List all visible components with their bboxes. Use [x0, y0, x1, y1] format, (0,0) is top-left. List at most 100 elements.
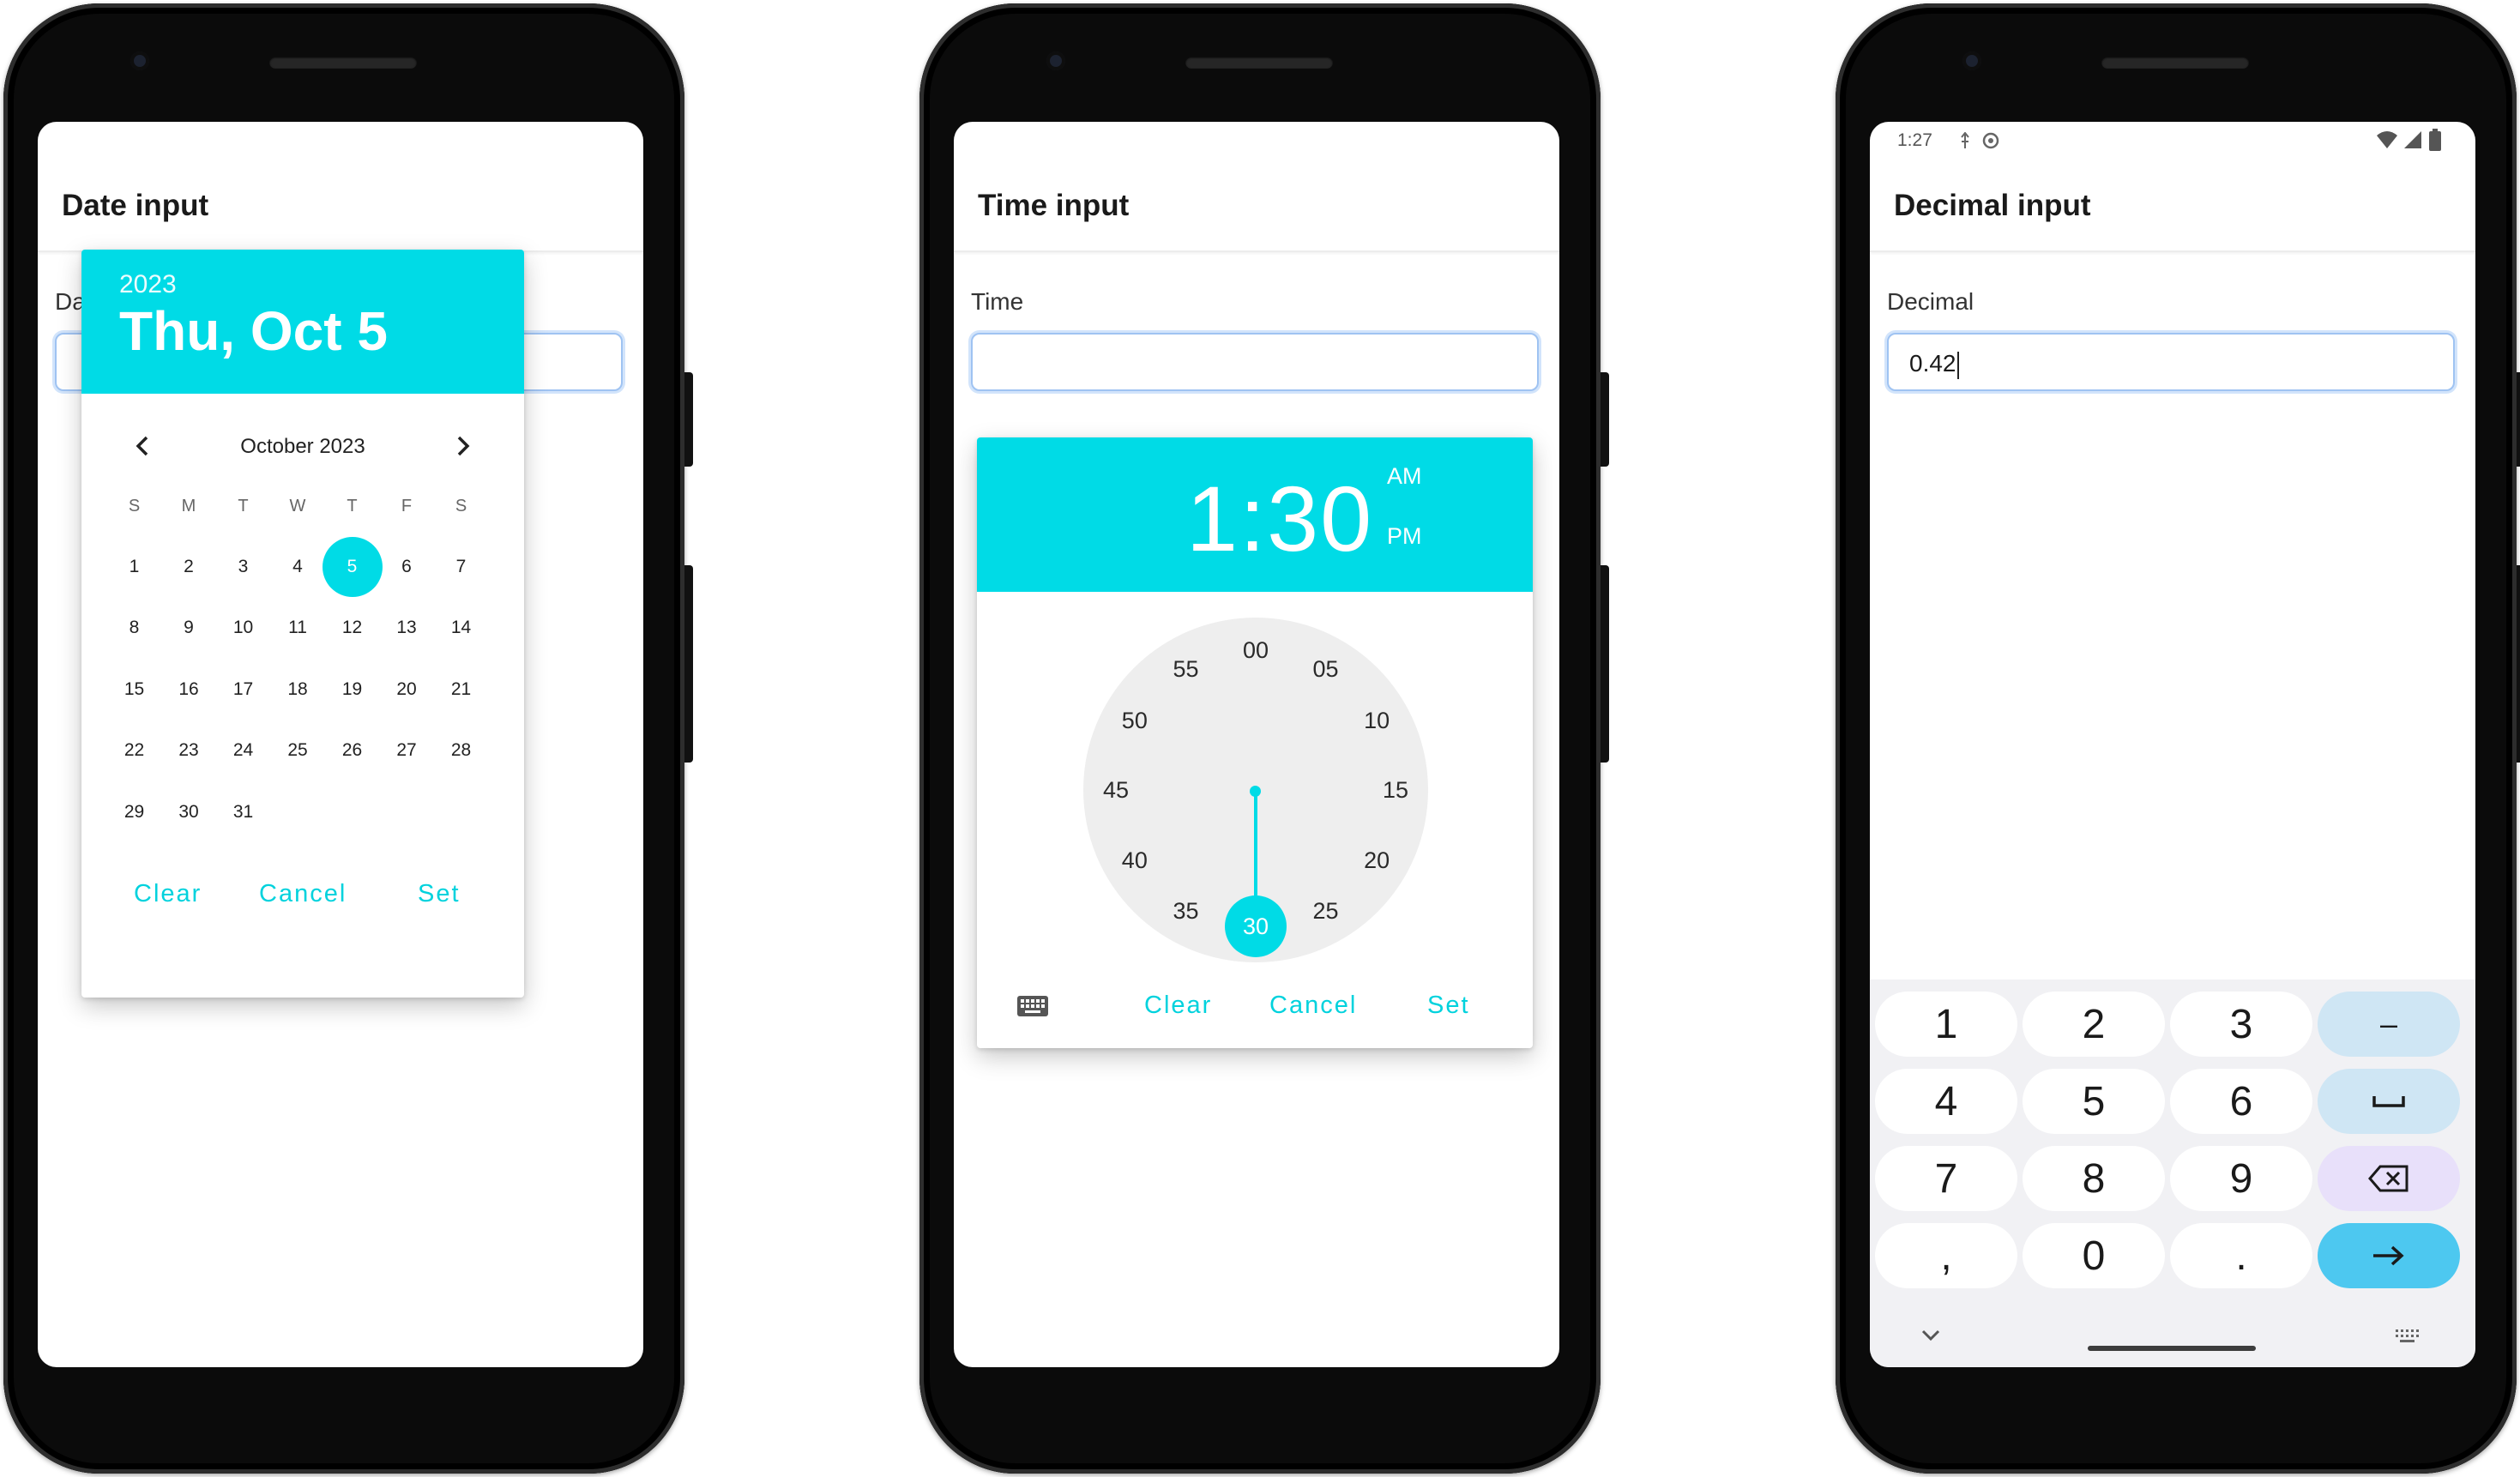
date-picker-header: 2023 Thu, Oct 5	[81, 250, 524, 394]
clock-minute-label[interactable]: 05	[1305, 656, 1347, 682]
page-title: Time input	[978, 189, 1130, 222]
volume-button	[684, 565, 693, 763]
pm-toggle[interactable]: PM	[1387, 523, 1422, 550]
key-2[interactable]: 2	[2023, 992, 2165, 1057]
arrow-right-icon	[2373, 1245, 2404, 1266]
key-minus[interactable]: –	[2318, 992, 2460, 1057]
earpiece-speaker	[2101, 57, 2249, 69]
app-bar: Date input	[38, 122, 643, 252]
calendar-day[interactable]: 28	[434, 724, 488, 778]
am-toggle[interactable]: AM	[1387, 463, 1422, 490]
key-1[interactable]: 1	[1875, 992, 2017, 1057]
earpiece-speaker	[269, 57, 417, 69]
key-0[interactable]: 0	[2023, 1223, 2165, 1288]
cancel-button[interactable]: Cancel	[1269, 992, 1357, 1020]
calendar-day[interactable]: 15	[107, 662, 161, 716]
calendar-day[interactable]: 27	[380, 724, 434, 778]
key-enter[interactable]	[2318, 1223, 2460, 1288]
minute-clock-face[interactable]: 30 00 05 10 15 20 25 35 40 45 50 55	[1083, 618, 1428, 962]
keyboard-switch-icon[interactable]	[2395, 1328, 2421, 1343]
clock-minute-label[interactable]: 00	[1234, 637, 1277, 663]
weekday-header: W	[289, 497, 306, 515]
calendar-day[interactable]: 13	[380, 601, 434, 655]
time-input[interactable]	[971, 333, 1539, 391]
calendar-day[interactable]: 23	[162, 724, 216, 778]
calendar-day[interactable]: 31	[216, 785, 270, 839]
clock-minute-label[interactable]: 25	[1305, 898, 1347, 924]
calendar-day[interactable]: 25	[271, 724, 325, 778]
key-backspace[interactable]	[2318, 1146, 2460, 1211]
calendar-day[interactable]: 20	[380, 662, 434, 716]
calendar-day[interactable]: 11	[271, 601, 325, 655]
cancel-button[interactable]: Cancel	[259, 880, 347, 908]
volume-button	[2517, 565, 2520, 763]
time-field-label: Time	[971, 288, 1024, 315]
power-button	[2517, 372, 2520, 467]
front-camera	[1962, 51, 1981, 70]
page-title: Date input	[62, 189, 209, 222]
calendar-day[interactable]: 16	[162, 662, 216, 716]
clock-minute-label[interactable]: 55	[1165, 656, 1208, 682]
key-6[interactable]: 6	[2170, 1069, 2312, 1134]
key-4[interactable]: 4	[1875, 1069, 2017, 1134]
clear-button[interactable]: Clear	[134, 880, 202, 908]
power-button	[684, 372, 693, 467]
clock-minute-label[interactable]: 50	[1113, 708, 1156, 733]
front-camera	[1046, 51, 1065, 70]
clock-minute-label[interactable]: 10	[1355, 708, 1398, 733]
space-bar-icon	[2372, 1096, 2405, 1107]
calendar-day[interactable]: 10	[216, 601, 270, 655]
key-9[interactable]: 9	[2170, 1146, 2312, 1211]
key-8[interactable]: 8	[2023, 1146, 2165, 1211]
calendar-day[interactable]: 2	[162, 540, 216, 594]
year-label[interactable]: 2023	[119, 270, 177, 299]
calendar-day[interactable]: 19	[325, 662, 379, 716]
key-dot[interactable]: .	[2170, 1223, 2312, 1288]
calendar-day[interactable]: 24	[216, 724, 270, 778]
calendar-day[interactable]: 9	[162, 601, 216, 655]
app-bar: Time input	[954, 122, 1559, 252]
calendar-day[interactable]: 1	[107, 540, 161, 594]
calendar-day[interactable]: 29	[107, 785, 161, 839]
date-picker-dialog: 2023 Thu, Oct 5 October 2023 SMTWTFS1234…	[81, 250, 524, 998]
time-display[interactable]: 1:30	[1186, 465, 1373, 572]
calendar-day[interactable]: 4	[271, 540, 325, 594]
clock-minute-label[interactable]: 40	[1113, 847, 1156, 873]
key-3[interactable]: 3	[2170, 992, 2312, 1057]
calendar-day[interactable]: 17	[216, 662, 270, 716]
calendar-day-selected[interactable]: 5	[322, 536, 383, 597]
home-gesture-bar[interactable]	[2088, 1346, 2256, 1351]
calendar-day[interactable]: 22	[107, 724, 161, 778]
next-month-button[interactable]	[442, 425, 485, 467]
calendar-day[interactable]: 14	[434, 601, 488, 655]
calendar-day[interactable]: 3	[216, 540, 270, 594]
clock-minute-label[interactable]: 35	[1165, 898, 1208, 924]
calendar-day[interactable]: 26	[325, 724, 379, 778]
weekday-header: T	[238, 497, 249, 515]
key-7[interactable]: 7	[1875, 1146, 2017, 1211]
app-bar: Decimal input	[1870, 122, 2475, 252]
key-space[interactable]	[2318, 1069, 2460, 1134]
calendar-day[interactable]: 30	[162, 785, 216, 839]
calendar-day[interactable]: 12	[325, 601, 379, 655]
key-5[interactable]: 5	[2023, 1069, 2165, 1134]
set-button[interactable]: Set	[1427, 992, 1470, 1020]
keyboard-icon[interactable]	[1016, 995, 1049, 1017]
clock-minute-label[interactable]: 45	[1094, 777, 1137, 803]
calendar-day[interactable]: 7	[434, 540, 488, 594]
clear-button[interactable]: Clear	[1144, 992, 1212, 1020]
screen: 1:27 Decimal input Decimal 0.42 1 2 3 – …	[1870, 122, 2475, 1367]
selected-date-label: Thu, Oct 5	[119, 300, 388, 362]
key-comma[interactable]: ,	[1875, 1223, 2017, 1288]
calendar-day[interactable]: 18	[271, 662, 325, 716]
calendar-day[interactable]: 8	[107, 601, 161, 655]
clock-minute-label[interactable]: 20	[1355, 847, 1398, 873]
calendar-day[interactable]: 6	[380, 540, 434, 594]
clock-center-dot	[1250, 786, 1261, 797]
chevron-down-icon[interactable]	[1921, 1329, 1940, 1341]
selected-minute[interactable]: 30	[1225, 895, 1287, 957]
decimal-input[interactable]: 0.42	[1887, 333, 2455, 391]
calendar-day[interactable]: 21	[434, 662, 488, 716]
clock-minute-label[interactable]: 15	[1374, 777, 1417, 803]
set-button[interactable]: Set	[418, 880, 461, 908]
